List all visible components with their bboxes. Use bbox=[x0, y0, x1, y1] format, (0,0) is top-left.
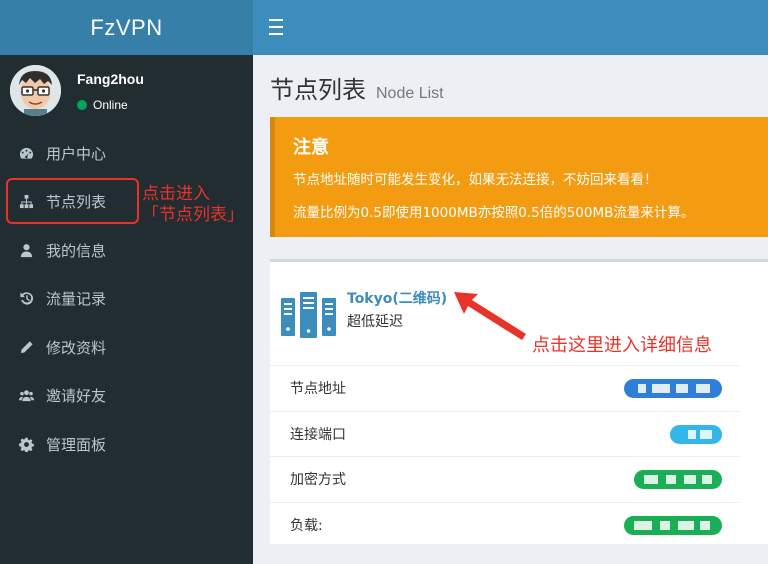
server-icon bbox=[281, 292, 337, 338]
row-label: 负载: bbox=[290, 517, 323, 534]
user-panel: Fang2hou Online bbox=[0, 55, 253, 125]
row-label: 加密方式 bbox=[290, 472, 346, 489]
node-row-encryption: 加密方式 bbox=[270, 456, 740, 502]
notice-callout: 注意 节点地址随时可能发生变化，如果无法连接，不妨回来看看！ 流量比例为0.5即… bbox=[270, 117, 768, 237]
sidebar-item-invite-friends[interactable]: 邀请好友 bbox=[0, 372, 253, 421]
sidebar-item-label: 我的信息 bbox=[46, 241, 107, 260]
sidebar: Fang2hou Online 用户中心 节点列表 我的信息 流量记录 修改资料… bbox=[0, 55, 253, 564]
load-badge-redacted bbox=[624, 515, 722, 535]
gear-icon bbox=[18, 436, 34, 452]
sidebar-item-user-center[interactable]: 用户中心 bbox=[0, 129, 253, 178]
node-row-address: 节点地址 bbox=[270, 365, 740, 411]
highlight-box bbox=[6, 178, 139, 224]
callout-title: 注意 bbox=[293, 137, 329, 158]
page-subtitle: Node List bbox=[376, 85, 444, 102]
port-badge-redacted bbox=[670, 424, 722, 444]
user-name: Fang2hou bbox=[77, 71, 144, 87]
sidebar-annotation-text: 点击进入 「节点列表」 bbox=[142, 184, 244, 225]
sidebar-item-label: 流量记录 bbox=[46, 290, 107, 309]
page-title-text: 节点列表 bbox=[270, 76, 366, 104]
address-badge-redacted bbox=[624, 379, 722, 398]
node-name-link[interactable]: Tokyo(二维码) bbox=[347, 288, 447, 308]
row-label: 节点地址 bbox=[290, 381, 346, 398]
online-status-icon bbox=[77, 100, 87, 110]
node-row-port: 连接端口 bbox=[270, 410, 740, 457]
sidebar-item-traffic-log[interactable]: 流量记录 bbox=[0, 275, 253, 324]
callout-text: 节点地址随时可能发生变化，如果无法连接，不妨回来看看！ bbox=[293, 172, 658, 188]
sidebar-item-edit-profile[interactable]: 修改资料 bbox=[0, 323, 253, 372]
user-icon bbox=[18, 242, 34, 258]
callout-text: 流量比例为0.5即使用1000MB亦按照0.5倍的500MB流量来计算。 bbox=[293, 205, 695, 221]
pencil-icon bbox=[18, 339, 34, 355]
sidebar-item-label: 邀请好友 bbox=[46, 387, 107, 406]
node-description: 超低延迟 bbox=[347, 314, 403, 330]
sidebar-item-admin-panel[interactable]: 管理面板 bbox=[0, 420, 253, 469]
history-icon bbox=[18, 291, 34, 307]
sidebar-item-label: 用户中心 bbox=[46, 144, 107, 163]
sidebar-item-label: 管理面板 bbox=[46, 435, 107, 454]
dashboard-icon bbox=[18, 145, 34, 161]
annotation-arrow-icon bbox=[454, 292, 526, 340]
users-icon bbox=[18, 388, 34, 404]
node-row-load: 负载: bbox=[270, 501, 740, 548]
avatar bbox=[10, 65, 61, 116]
sidebar-item-my-info[interactable]: 我的信息 bbox=[0, 226, 253, 275]
user-status: Online bbox=[77, 98, 128, 112]
menu-toggle-icon[interactable] bbox=[269, 19, 283, 35]
page-title: 节点列表 Node List bbox=[270, 70, 444, 105]
user-status-label: Online bbox=[93, 98, 128, 112]
sidebar-item-label: 修改资料 bbox=[46, 338, 107, 357]
encryption-badge-redacted bbox=[634, 470, 722, 489]
top-navbar bbox=[253, 0, 768, 55]
app-logo[interactable]: FzVPN bbox=[0, 0, 253, 55]
node-annotation: 点击这里进入详细信息 bbox=[532, 335, 712, 356]
sidebar-annotation: 点击进入 「节点列表」 bbox=[142, 184, 252, 226]
node-detail-list: 节点地址 连接端口 加密方式 负载: bbox=[270, 365, 740, 547]
row-label: 连接端口 bbox=[290, 426, 346, 443]
